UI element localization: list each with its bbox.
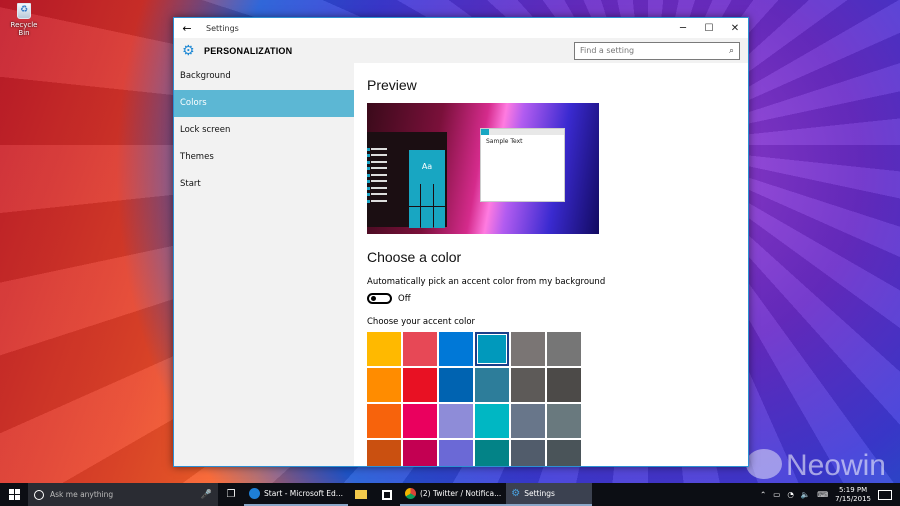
task-view-icon[interactable]: ❐ [218,483,244,506]
edge-icon [249,488,260,499]
clock[interactable]: 5:19 PM 7/15/2015 [835,486,871,504]
accent-swatch[interactable] [475,440,509,466]
sidebar-item-colors[interactable]: Colors [174,90,354,117]
watermark-text: Neowin [785,449,886,482]
accent-swatch[interactable] [403,368,437,402]
preview-image: Aa Sample Text [367,103,599,234]
system-tray: ⌃ ▭ ◔ 🔈 ⌨ 5:19 PM 7/15/2015 [760,486,900,504]
preview-sample-text: Sample Text [486,138,523,145]
accent-swatch[interactable] [511,440,545,466]
preview-window: Sample Text [480,128,565,202]
network-icon[interactable]: ▭ [773,490,780,499]
sidebar-item-background[interactable]: Background [174,63,354,90]
accent-swatch[interactable] [403,440,437,466]
settings-gear-icon: ⚙ [511,488,521,499]
preview-small-tiles [409,184,445,228]
file-explorer-icon[interactable] [348,483,374,506]
preview-tile: Aa [409,150,445,184]
toggle-state-label: Off [398,294,411,304]
taskbar-app-edge[interactable]: Start - Microsoft Ed... [244,483,348,506]
sidebar-item-themes[interactable]: Themes [174,144,354,171]
title-bar: ← Settings ─ ☐ ✕ [174,18,748,38]
recycle-bin[interactable]: Recycle Bin [4,3,44,37]
accent-swatch[interactable] [403,332,437,366]
wifi-icon[interactable]: ◔ [787,490,794,499]
auto-accent-label: Automatically pick an accent color from … [367,277,606,287]
accent-swatch[interactable] [511,368,545,402]
accent-swatch[interactable] [439,440,473,466]
accent-color-label: Choose your accent color [367,317,476,327]
chrome-icon [404,488,416,499]
clock-date: 7/15/2015 [835,494,871,503]
close-button[interactable]: ✕ [722,23,748,34]
preview-heading: Preview [367,77,417,93]
accent-swatch[interactable] [547,404,581,438]
accent-swatch[interactable] [403,404,437,438]
taskbar-app-label: (2) Twitter / Notifica... [419,489,502,498]
search-placeholder: Find a setting [580,46,635,55]
accent-swatch[interactable] [367,404,401,438]
taskbar: Ask me anything 🎤 ❐ Start - Microsoft Ed… [0,483,900,506]
taskbar-app-label: Start - Microsoft Ed... [264,489,343,498]
search-icon[interactable]: ⌕ [729,46,734,56]
recycle-bin-icon [17,3,31,19]
choose-color-heading: Choose a color [367,249,462,265]
window-title: Settings [206,23,239,33]
accent-swatch[interactable] [547,332,581,366]
accent-swatch[interactable] [475,368,509,402]
accent-swatch[interactable] [367,368,401,402]
clock-time: 5:19 PM [838,485,868,494]
preview-start-menu: Aa [367,132,447,228]
accent-swatch[interactable] [511,404,545,438]
accent-swatch[interactable] [547,440,581,466]
maximize-button[interactable]: ☐ [696,23,722,34]
accent-swatch[interactable] [475,332,509,366]
cortana-search-box[interactable]: Ask me anything 🎤 [28,483,218,506]
sidebar-item-lock-screen[interactable]: Lock screen [174,117,354,144]
sidebar-item-start[interactable]: Start [174,171,354,198]
section-title: PERSONALIZATION [204,45,293,56]
accent-swatch[interactable] [367,332,401,366]
keyboard-icon[interactable]: ⌨ [817,490,828,499]
start-button[interactable] [0,483,28,506]
minimize-button[interactable]: ─ [670,23,696,34]
settings-header: ⚙ PERSONALIZATION Find a setting ⌕ [174,38,748,63]
accent-swatch[interactable] [439,368,473,402]
volume-icon[interactable]: 🔈 [801,490,810,499]
taskbar-app-label: Settings [524,489,555,498]
search-input[interactable]: Find a setting ⌕ [574,41,740,60]
microphone-icon[interactable]: 🎤 [201,490,212,500]
taskbar-app-chrome[interactable]: (2) Twitter / Notifica... [399,483,507,506]
sidebar: Background Colors Lock screen Themes Sta… [174,63,354,466]
gear-icon: ⚙ [182,42,195,59]
show-hidden-icons-icon[interactable]: ⌃ [760,490,766,499]
accent-swatch[interactable] [439,332,473,366]
cortana-placeholder: Ask me anything [50,490,114,499]
accent-swatch[interactable] [475,404,509,438]
back-arrow-icon[interactable]: ← [174,22,200,35]
accent-color-grid [367,332,581,466]
auto-accent-toggle[interactable] [367,293,392,304]
taskbar-app-settings[interactable]: ⚙ Settings [506,483,593,506]
neowin-watermark: Neowin [745,449,886,483]
recycle-bin-label: Recycle Bin [10,21,38,37]
preview-app-list [371,147,387,207]
accent-swatch[interactable] [367,440,401,466]
cortana-icon [34,489,44,500]
accent-swatch[interactable] [511,332,545,366]
accent-swatch[interactable] [547,368,581,402]
action-center-icon[interactable] [878,489,892,500]
content-pane: Preview Aa Sample Text Choose a color Au… [367,63,748,466]
settings-window: ← Settings ─ ☐ ✕ ⚙ PERSONALIZATION Find … [173,17,749,467]
store-icon[interactable] [374,483,400,506]
accent-swatch[interactable] [439,404,473,438]
neowin-logo-icon [745,449,782,479]
